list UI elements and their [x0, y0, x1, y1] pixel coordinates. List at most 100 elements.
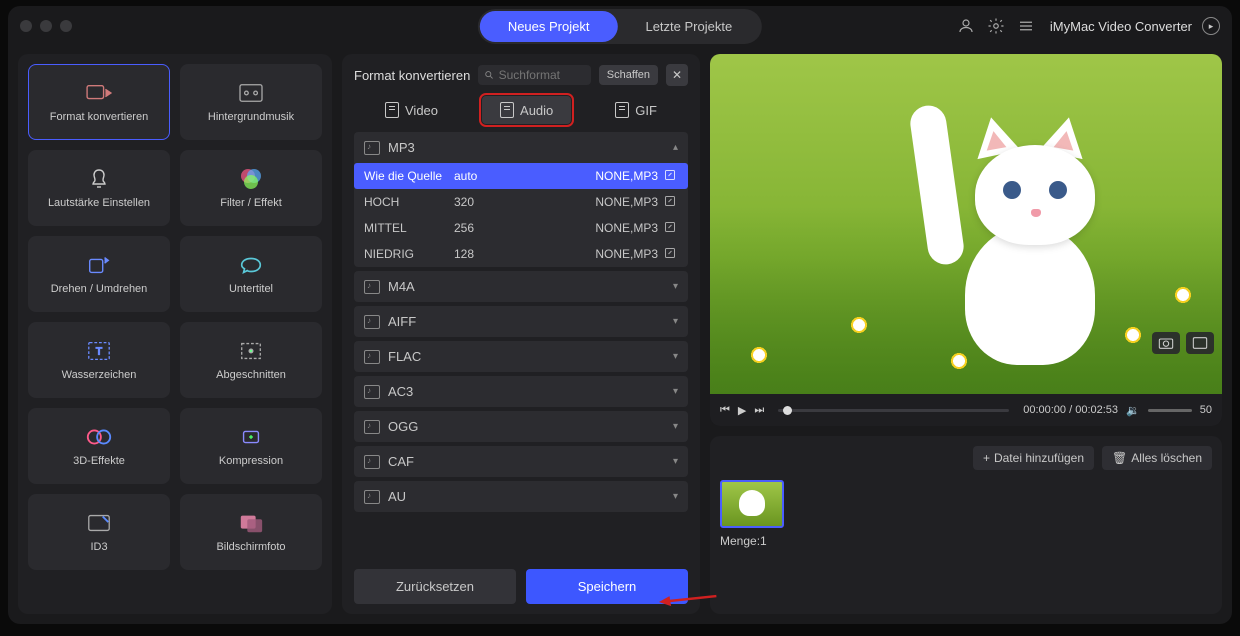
- format-head-m4a[interactable]: M4A ▾: [354, 271, 688, 302]
- format-head-ogg[interactable]: OGG▾: [354, 411, 688, 442]
- tool-rotate[interactable]: Drehen / Umdrehen: [28, 236, 170, 312]
- tool-volume[interactable]: Lautstärke Einstellen: [28, 150, 170, 226]
- quality-bitrate: 320: [454, 195, 514, 209]
- quality-codec: NONE,MP3: [514, 169, 658, 183]
- format-head-mp3[interactable]: MP3 ▴: [354, 132, 688, 163]
- audio-format-icon: [364, 141, 380, 155]
- format-label: M4A: [388, 279, 415, 294]
- minimize-window[interactable]: [40, 20, 52, 32]
- edit-icon[interactable]: [664, 247, 678, 261]
- audio-format-icon: [364, 315, 380, 329]
- tab-recent-projects[interactable]: Letzte Projekte: [617, 11, 760, 42]
- audio-format-icon: [364, 385, 380, 399]
- format-tab-audio[interactable]: Audio: [482, 96, 571, 124]
- quality-row[interactable]: Wie die QuelleautoNONE,MP3: [354, 163, 688, 189]
- video-preview: ⏮ ▶ ⏭ 00:00:00 / 00:02:53 🔉 50: [710, 54, 1222, 426]
- tab-new-project[interactable]: Neues Projekt: [480, 11, 618, 42]
- account-icon[interactable]: [956, 16, 976, 36]
- edit-icon[interactable]: [664, 169, 678, 183]
- file-thumbnail[interactable]: [720, 480, 784, 528]
- tool-screenshot[interactable]: Bildschirmfoto: [180, 494, 322, 570]
- tool-label: Filter / Effekt: [220, 197, 282, 209]
- format-m4a: M4A ▾: [354, 271, 688, 302]
- format-panel: Format konvertieren Schaffen ✕ Video Audi…: [342, 54, 700, 614]
- tool-label: ID3: [90, 541, 107, 553]
- chevron-down-icon: ▾: [673, 281, 678, 292]
- save-button[interactable]: Speichern: [526, 569, 688, 604]
- audio-format-icon: [364, 455, 380, 469]
- tool-label: Bildschirmfoto: [216, 541, 285, 553]
- tool-crop[interactable]: Abgeschnitten: [180, 322, 322, 398]
- menu-icon[interactable]: [1016, 16, 1036, 36]
- settings-icon[interactable]: [986, 16, 1006, 36]
- cast-icon[interactable]: ▸: [1202, 17, 1220, 35]
- snapshot-icon[interactable]: [1152, 332, 1180, 354]
- format-header: Format konvertieren Schaffen ✕: [354, 64, 688, 86]
- tool-3d[interactable]: 3D-Effekte: [28, 408, 170, 484]
- quality-name: Wie die Quelle: [364, 169, 454, 183]
- convert-icon: [85, 81, 113, 105]
- quality-row[interactable]: HOCH320NONE,MP3: [354, 189, 688, 215]
- format-tab-video[interactable]: Video: [367, 96, 456, 124]
- chevron-up-icon: ▴: [673, 142, 678, 153]
- format-label: AIFF: [388, 314, 416, 329]
- video-frame[interactable]: [710, 54, 1222, 394]
- audio-format-icon: [364, 420, 380, 434]
- tool-id3[interactable]: ID3: [28, 494, 170, 570]
- tool-subtitle[interactable]: Untertitel: [180, 236, 322, 312]
- format-head-aiff[interactable]: AIFF▾: [354, 306, 688, 337]
- tool-filter[interactable]: Filter / Effekt: [180, 150, 322, 226]
- volume-icon[interactable]: 🔉: [1126, 404, 1140, 417]
- maximize-window[interactable]: [60, 20, 72, 32]
- tool-label: Hintergrundmusik: [208, 111, 294, 123]
- app-title: iMyMac Video Converter: [1050, 19, 1192, 34]
- edit-icon[interactable]: [664, 195, 678, 209]
- add-file-button[interactable]: +Datei hinzufügen: [973, 446, 1094, 470]
- quality-row[interactable]: NIEDRIG128NONE,MP3: [354, 241, 688, 267]
- tool-music[interactable]: Hintergrundmusik: [180, 64, 322, 140]
- tool-convert[interactable]: Format konvertieren: [28, 64, 170, 140]
- reset-button[interactable]: Zurücksetzen: [354, 569, 516, 604]
- window-controls: [20, 20, 72, 32]
- filter-icon: [237, 167, 265, 191]
- format-head-au[interactable]: AU▾: [354, 481, 688, 512]
- close-icon[interactable]: ✕: [666, 64, 688, 86]
- format-head-ac3[interactable]: AC3▾: [354, 376, 688, 407]
- volume-slider[interactable]: [1148, 409, 1192, 412]
- format-tab-gif[interactable]: GIF: [597, 96, 675, 124]
- play-icon[interactable]: ▶: [738, 404, 746, 417]
- quality-bitrate: auto: [454, 169, 514, 183]
- preview-pane: ⏮ ▶ ⏭ 00:00:00 / 00:02:53 🔉 50 +Datei hi…: [710, 54, 1222, 614]
- quality-codec: NONE,MP3: [514, 221, 658, 235]
- clear-all-button[interactable]: 🗑Alles löschen: [1102, 446, 1212, 470]
- tool-compress[interactable]: Kompression: [180, 408, 322, 484]
- format-head-flac[interactable]: FLAC▾: [354, 341, 688, 372]
- format-head-caf[interactable]: CAF▾: [354, 446, 688, 477]
- prev-icon[interactable]: ⏮: [720, 404, 730, 417]
- quality-name: NIEDRIG: [364, 247, 454, 261]
- next-icon[interactable]: ⏭: [754, 404, 764, 417]
- create-button[interactable]: Schaffen: [599, 65, 658, 85]
- fullscreen-icon[interactable]: [1186, 332, 1214, 354]
- edit-icon[interactable]: [664, 221, 678, 235]
- close-window[interactable]: [20, 20, 32, 32]
- chevron-down-icon: ▾: [673, 386, 678, 397]
- format-label: OGG: [388, 419, 418, 434]
- tool-label: Kompression: [219, 455, 283, 467]
- thumbnail-list: [720, 480, 1212, 528]
- quality-row[interactable]: MITTEL256NONE,MP3: [354, 215, 688, 241]
- compress-icon: [237, 425, 265, 449]
- format-flac: FLAC▾: [354, 341, 688, 372]
- search-input[interactable]: [499, 68, 585, 82]
- progress-bar[interactable]: [778, 409, 1009, 412]
- quality-bitrate: 256: [454, 221, 514, 235]
- tool-watermark[interactable]: TWasserzeichen: [28, 322, 170, 398]
- audio-format-icon: [364, 280, 380, 294]
- tool-label: Abgeschnitten: [216, 369, 286, 381]
- format-label: FLAC: [388, 349, 421, 364]
- format-label: AU: [388, 489, 406, 504]
- time-display: 00:00:00 / 00:02:53: [1023, 404, 1118, 416]
- main-content: Format konvertieren Hintergrundmusik Lauts…: [8, 46, 1232, 624]
- project-tabs: Neues Projekt Letzte Projekte: [478, 9, 762, 44]
- file-tray: +Datei hinzufügen 🗑Alles löschen Menge:1: [710, 436, 1222, 614]
